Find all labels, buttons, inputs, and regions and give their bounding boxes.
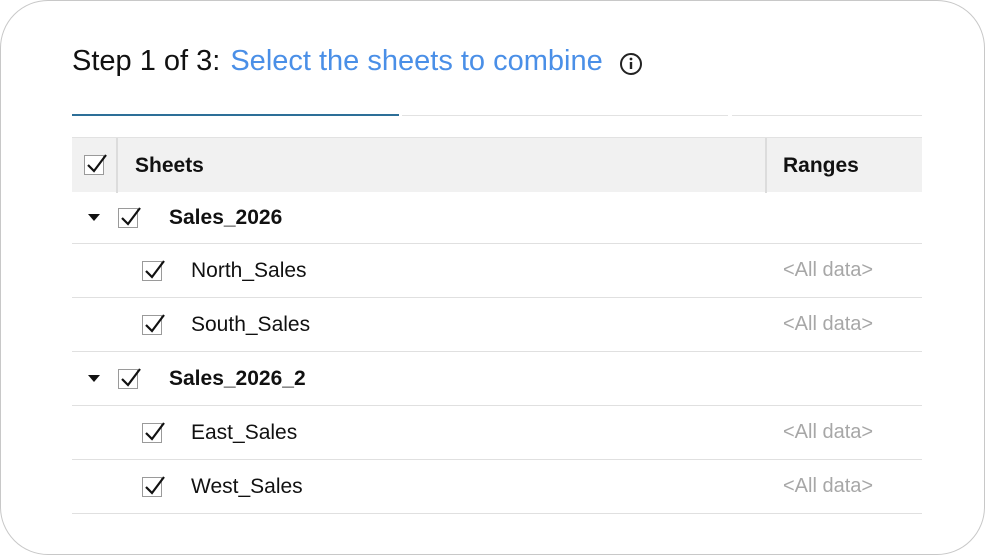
workbook-checkbox[interactable]	[118, 206, 141, 228]
sheet-name: North_Sales	[191, 258, 307, 282]
collapse-caret-icon[interactable]	[88, 213, 100, 221]
sheet-checkbox[interactable]	[142, 421, 165, 443]
sheet-range[interactable]: <All data>	[783, 298, 873, 351]
sheet-row[interactable]: East_Sales <All data>	[72, 406, 922, 460]
progress-step-1	[72, 114, 399, 116]
info-circle-icon[interactable]	[619, 51, 643, 75]
select-all-checkbox[interactable]	[84, 154, 107, 175]
workbook-row[interactable]: Sales_2026_2	[72, 352, 922, 406]
progress-step-3	[732, 115, 922, 116]
page-title: Step 1 of 3: Select the sheets to combin…	[72, 43, 643, 79]
sheet-row[interactable]: West_Sales <All data>	[72, 460, 922, 514]
sheet-name: East_Sales	[191, 420, 298, 444]
column-header-sheets[interactable]: Sheets	[135, 138, 204, 193]
workbook-name: Sales_2026_2	[169, 366, 306, 390]
step-separator: :	[212, 44, 221, 77]
workbook-row[interactable]: Sales_2026	[72, 192, 922, 244]
sheet-name: South_Sales	[191, 312, 311, 336]
sheet-name: West_Sales	[191, 474, 303, 498]
select-sheets-link[interactable]: Select the sheets to combine	[230, 45, 602, 78]
sheet-checkbox[interactable]	[142, 259, 165, 281]
workbook-name: Sales_2026	[169, 205, 283, 229]
column-divider	[765, 138, 767, 193]
workbook-checkbox[interactable]	[118, 367, 141, 389]
sheet-range[interactable]: <All data>	[783, 460, 873, 513]
sheet-checkbox[interactable]	[142, 313, 165, 335]
sheet-range[interactable]: <All data>	[783, 406, 873, 459]
step-indicator: Step 1 of 3	[72, 44, 213, 77]
sheet-checkbox[interactable]	[142, 475, 165, 497]
sheet-range[interactable]: <All data>	[783, 244, 873, 297]
collapse-caret-icon[interactable]	[88, 374, 100, 382]
column-header-ranges[interactable]: Ranges	[783, 138, 859, 193]
sheets-table: Sheets Ranges Sales_2026 North_Sales <Al…	[72, 137, 922, 514]
sheet-row[interactable]: South_Sales <All data>	[72, 298, 922, 352]
progress-step-2	[402, 115, 728, 116]
table-header: Sheets Ranges	[72, 137, 922, 193]
sheet-row[interactable]: North_Sales <All data>	[72, 244, 922, 298]
